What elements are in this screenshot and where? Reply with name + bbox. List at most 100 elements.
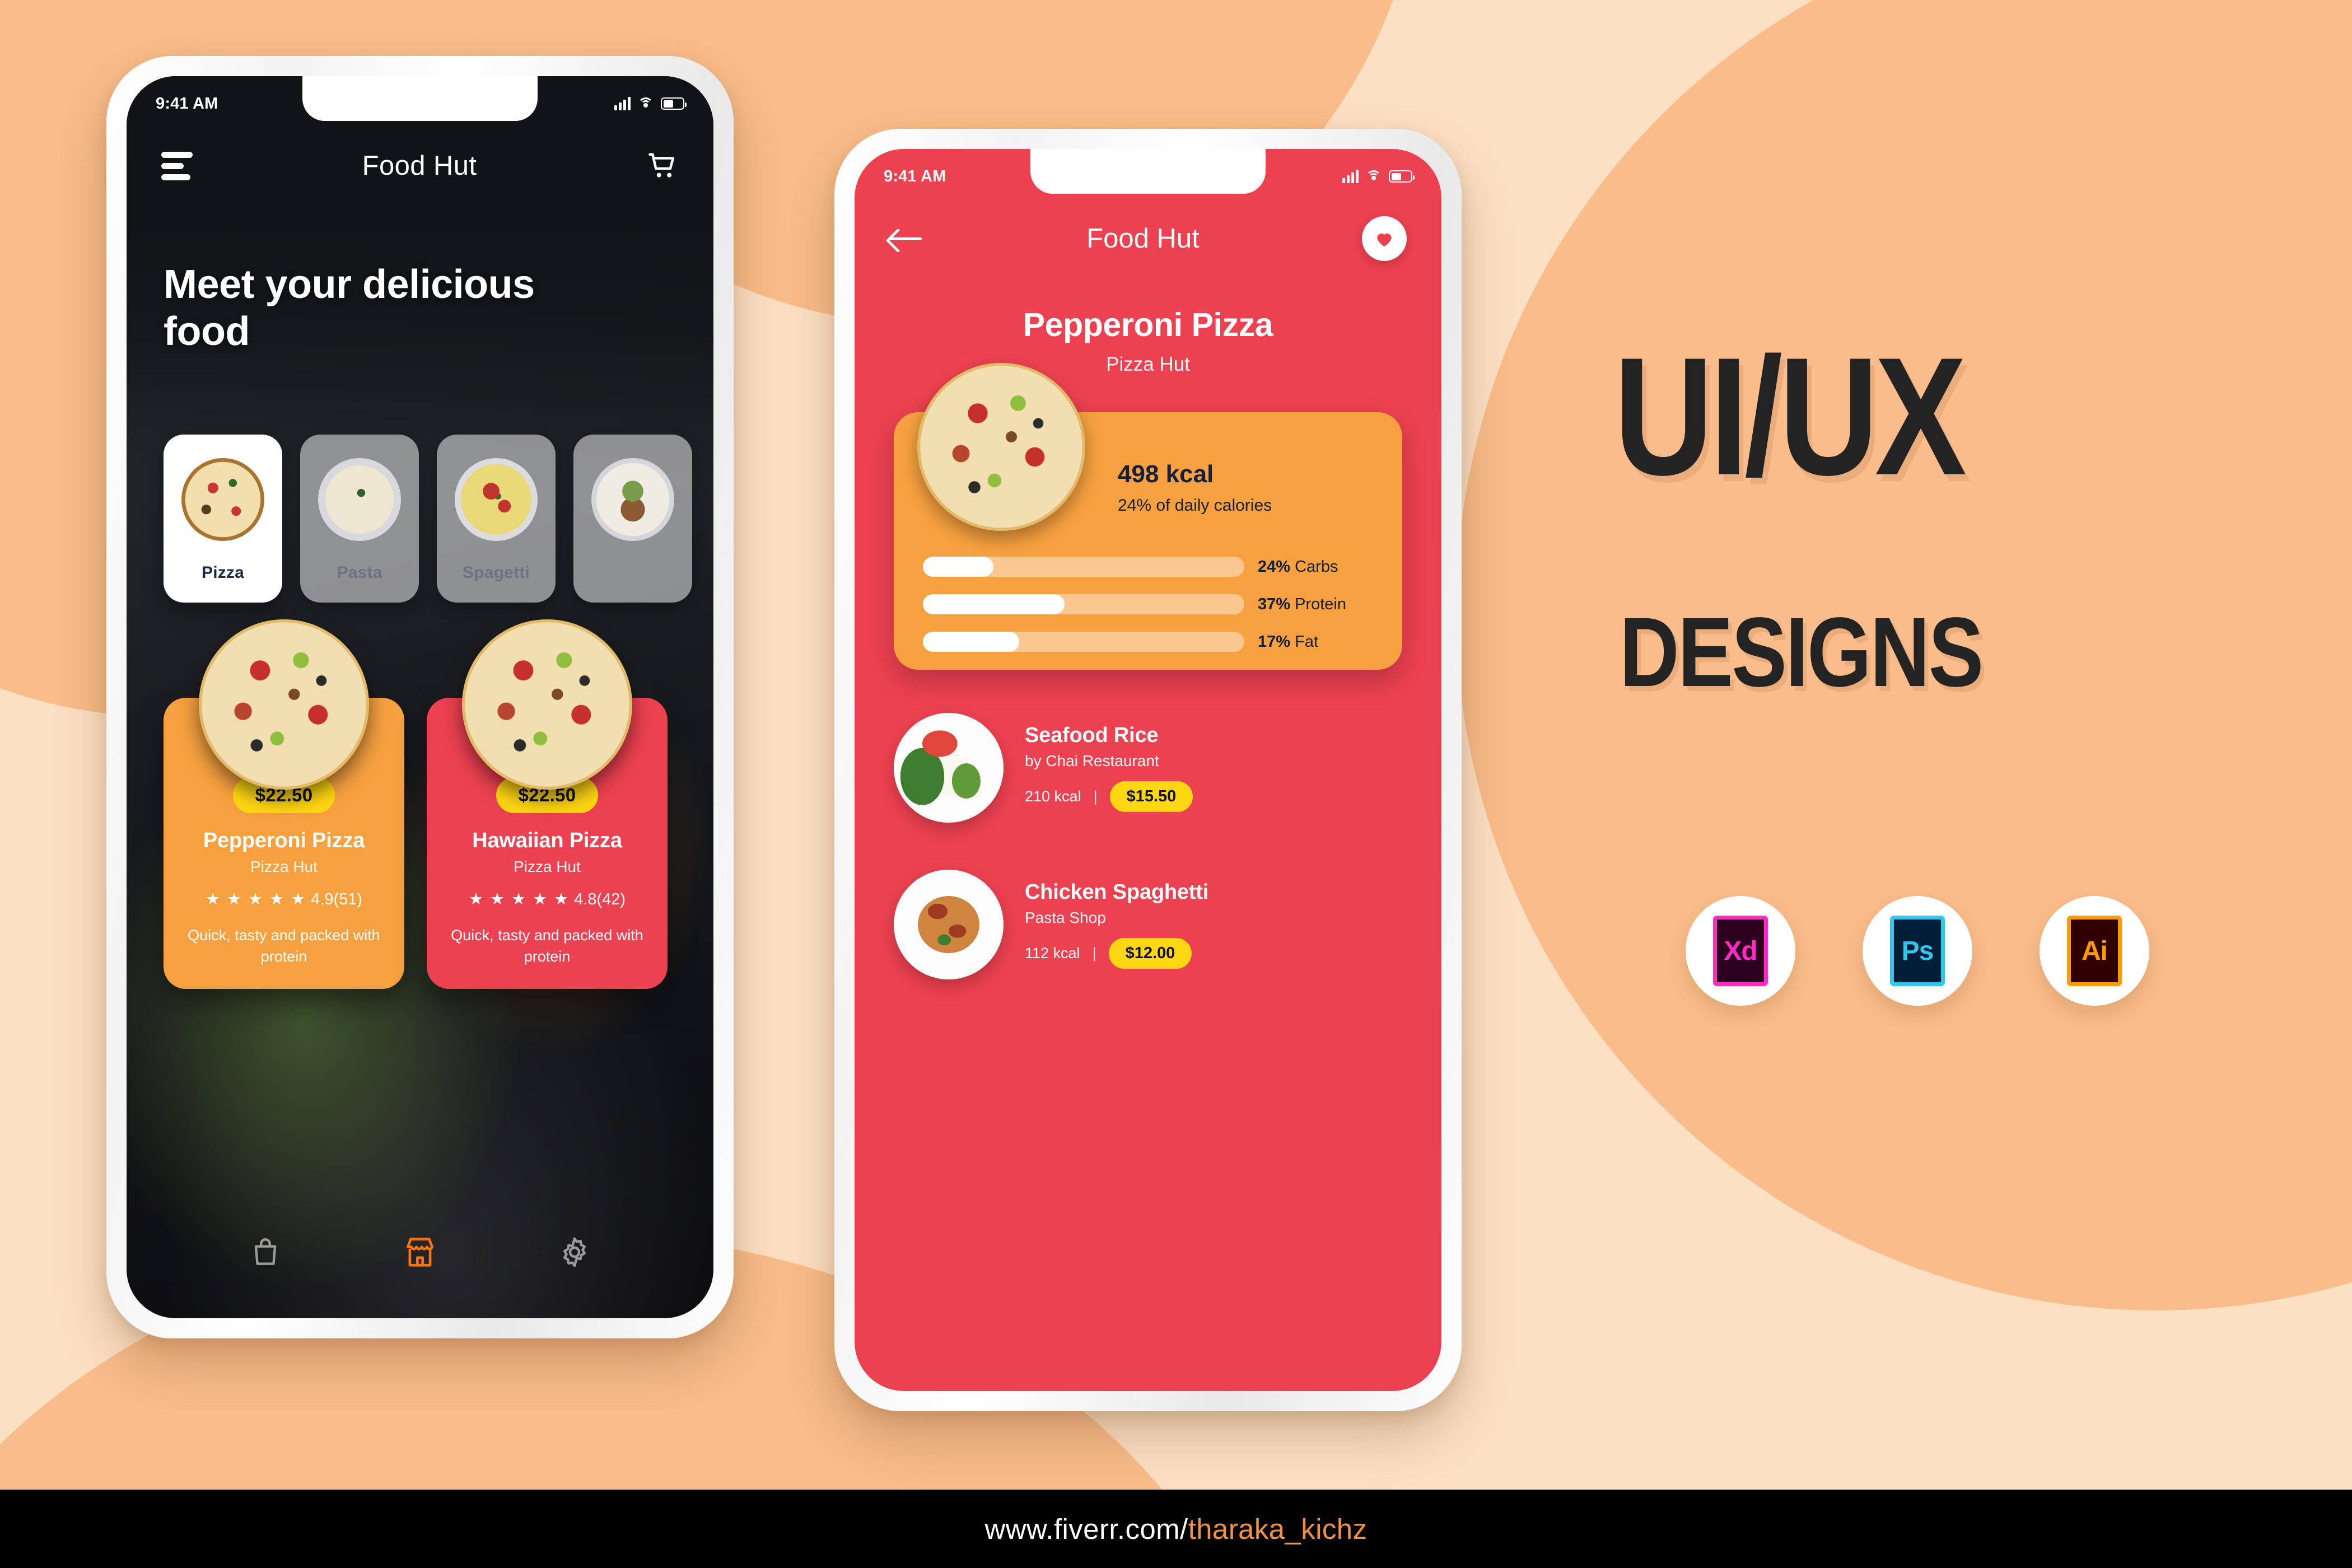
category-chip-list: Pizza Pasta Spagetti <box>164 435 692 603</box>
footer-url: www.fiverr.com/tharaka_kichz <box>985 1513 1368 1546</box>
promo-heading: UI/UX <box>1614 322 1967 510</box>
phone1-screen: 9:41 AM Food Hut Meet your delicious foo… <box>127 76 713 1318</box>
food-name: Pepperoni Pizza <box>203 829 365 852</box>
star-rating-icon: ★ ★ ★ ★ ★ <box>468 890 570 908</box>
promo-subheading: DESIGNS <box>1620 598 1984 707</box>
page-headline: Meet your delicious food <box>164 262 535 354</box>
seafood-rice-plate-icon <box>894 713 1004 823</box>
macro-name: Fat <box>1295 632 1319 651</box>
hawaiian-pizza-icon <box>462 619 632 790</box>
macro-label: 17% Fat <box>1258 633 1318 651</box>
meta-separator: | <box>1092 945 1096 962</box>
suggestion-shop: by Chai Restaurant <box>1025 752 1159 769</box>
wifi-icon <box>638 97 654 110</box>
phone1-app-bar: Food Hut <box>127 135 713 197</box>
signal-bars-icon <box>614 97 631 110</box>
food-card-list: $22.50 Pepperoni Pizza Pizza Hut ★ ★ ★ ★… <box>164 619 668 989</box>
product-title: Pepperoni Pizza <box>1023 306 1273 343</box>
suggestion-row-chicken-spaghetti[interactable]: Chicken Spaghetti Pasta Shop 112 kcal | … <box>894 866 1402 983</box>
macro-percent: 37% <box>1258 595 1291 613</box>
food-shop: Pizza Hut <box>250 858 318 875</box>
app-title: Food Hut <box>1086 223 1200 254</box>
suggestion-price-badge: $12.00 <box>1108 938 1192 969</box>
adobe-photoshop-tile: Ps <box>1890 916 1945 986</box>
category-chip-spagetti[interactable]: Spagetti <box>437 435 556 603</box>
macro-progress-track <box>923 632 1244 652</box>
rating-row: ★ ★ ★ ★ ★ 4.9(51) <box>164 889 404 909</box>
suggestion-price-badge: $15.50 <box>1109 781 1193 812</box>
suggestion-calories: 112 kcal <box>1025 945 1080 962</box>
adobe-illustrator-tile: Ai <box>2067 916 2122 986</box>
suggestion-row-seafood-rice[interactable]: Seafood Rice by Chai Restaurant 210 kcal… <box>894 709 1402 827</box>
salad-dish-icon <box>591 458 674 541</box>
macro-progress-fill <box>923 594 1065 614</box>
hamburger-menu-icon[interactable] <box>161 151 193 180</box>
calorie-value: 498 kcal <box>1118 460 1214 488</box>
pasta-dish-icon <box>318 458 401 541</box>
footer-url-handle: tharaka_kichz <box>1188 1513 1368 1545</box>
macro-progress-track <box>923 594 1244 614</box>
macro-row-protein: 37% Protein <box>923 594 1380 614</box>
category-chip-next[interactable] <box>573 435 692 603</box>
rating-value: 4.8(42) <box>574 890 626 908</box>
spaghetti-dish-icon <box>455 458 538 541</box>
macro-bar-list: 24% Carbs 37% Protein 17% Fat <box>923 557 1380 669</box>
phone-mockup-detail: 9:41 AM Food Hut Pepperoni Pizza Pizza H… <box>834 129 1462 1411</box>
shopping-bag-icon[interactable] <box>248 1235 283 1270</box>
promo-panel: UI/UX DESIGNS Xd Ps Ai <box>1585 0 2352 1490</box>
chicken-spaghetti-plate-icon <box>894 870 1004 979</box>
heart-icon <box>1377 234 1392 247</box>
footer-bar: www.fiverr.com/tharaka_kichz <box>0 1490 2352 1568</box>
phone-mockup-home: 9:41 AM Food Hut Meet your delicious foo… <box>106 56 734 1338</box>
food-card-hawaiian-pizza[interactable]: $22.50 Hawaiian Pizza Pizza Hut ★ ★ ★ ★ … <box>427 619 668 989</box>
food-name: Hawaiian Pizza <box>472 829 622 852</box>
macro-row-fat: 17% Fat <box>923 632 1380 652</box>
shopping-cart-icon[interactable] <box>646 151 679 181</box>
back-arrow-icon[interactable] <box>889 227 924 250</box>
favorite-button[interactable] <box>1362 216 1407 261</box>
adobe-illustrator-badge: Ai <box>2040 896 2149 1006</box>
macro-progress-fill <box>923 557 994 577</box>
status-time: 9:41 AM <box>156 94 218 113</box>
footer-url-prefix: www.fiverr.com/ <box>984 1513 1188 1545</box>
macro-percent: 24% <box>1258 557 1291 576</box>
macro-name: Carbs <box>1295 557 1338 576</box>
phone1-status-bar: 9:41 AM <box>127 76 713 122</box>
settings-gear-icon[interactable] <box>557 1235 592 1270</box>
suggestion-name: Seafood Rice <box>1025 724 1159 747</box>
status-time: 9:41 AM <box>884 167 946 185</box>
pepperoni-pizza-icon <box>917 363 1085 531</box>
food-shop: Pizza Hut <box>514 858 581 875</box>
category-label: Pasta <box>337 563 382 582</box>
phone2-app-bar: Food Hut <box>855 208 1441 269</box>
food-card-pepperoni-pizza[interactable]: $22.50 Pepperoni Pizza Pizza Hut ★ ★ ★ ★… <box>164 619 404 989</box>
pepperoni-pizza-icon <box>199 619 369 790</box>
macro-progress-fill <box>923 632 1020 652</box>
suggestion-shop: Pasta Shop <box>1025 909 1106 926</box>
adobe-xd-tile: Xd <box>1713 916 1768 986</box>
adobe-xd-badge: Xd <box>1686 896 1795 1006</box>
macro-row-carbs: 24% Carbs <box>923 557 1380 577</box>
software-badge-list: Xd Ps Ai <box>1686 896 2149 1006</box>
category-label: Pizza <box>201 563 245 582</box>
calorie-subtext: 24% of daily calories <box>1118 496 1272 515</box>
category-chip-pizza[interactable]: Pizza <box>164 435 282 603</box>
meta-separator: | <box>1093 788 1098 805</box>
category-chip-pasta[interactable]: Pasta <box>300 435 419 603</box>
nutrition-card: 498 kcal 24% of daily calories 24% Carbs <box>894 363 1402 670</box>
macro-progress-track <box>923 557 1244 577</box>
suggestion-name: Chicken Spaghetti <box>1025 880 1209 904</box>
food-description: Quick, tasty and packed with protein <box>188 927 380 965</box>
phone2-status-bar: 9:41 AM <box>855 149 1441 195</box>
macro-name: Protein <box>1295 595 1346 613</box>
macro-label: 37% Protein <box>1258 595 1346 614</box>
macro-label: 24% Carbs <box>1258 558 1338 576</box>
category-label: Spagetti <box>463 563 530 582</box>
suggestion-calories: 210 kcal <box>1025 788 1081 805</box>
phone2-screen: 9:41 AM Food Hut Pepperoni Pizza Pizza H… <box>855 149 1441 1391</box>
signal-bars-icon <box>1342 170 1359 183</box>
rating-value: 4.9(51) <box>311 890 363 908</box>
battery-icon <box>1389 170 1415 183</box>
store-home-icon[interactable] <box>403 1235 437 1270</box>
wifi-icon <box>1366 170 1382 183</box>
